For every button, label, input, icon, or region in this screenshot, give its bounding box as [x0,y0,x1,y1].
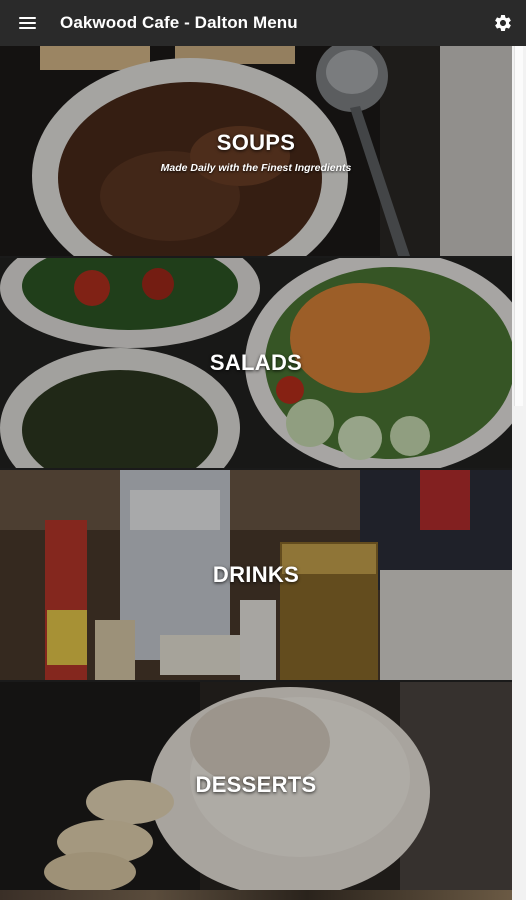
page-title: Oakwood Cafe - Dalton Menu [60,13,298,32]
next-tile-peek [0,890,512,900]
app-bar: Oakwood Cafe - Dalton Menu [0,0,526,46]
scrollbar-thumb[interactable] [514,46,523,406]
category-tile-soups[interactable]: SOUPS Made Daily with the Finest Ingredi… [0,46,512,256]
menu-button[interactable] [0,0,54,46]
category-label: DESSERTS [195,772,317,797]
gear-icon [495,14,511,31]
category-tile-salads[interactable]: SALADS [0,258,512,468]
category-label: SALADS [209,350,303,375]
hamburger-menu-icon [18,16,36,30]
category-label: DRINKS [212,562,300,587]
category-tile-desserts[interactable]: DESSERTS [0,682,512,890]
category-label: SOUPS [216,130,296,155]
settings-button[interactable] [480,0,526,46]
category-subtitle: Made Daily with the Finest Ingredients [160,162,352,174]
category-tile-drinks[interactable]: DRINKS [0,470,512,680]
